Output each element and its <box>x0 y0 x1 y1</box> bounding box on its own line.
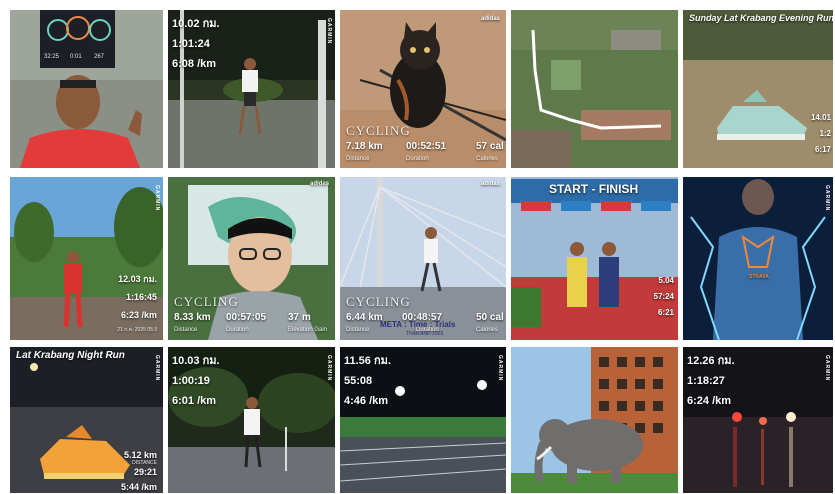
pace: 6:21 <box>657 308 674 317</box>
distance: 12.26 กม. <box>687 355 735 367</box>
adidas-logo: adidas <box>480 16 500 22</box>
tile-glowing-torso[interactable]: GARMIN STRAVA <box>683 177 833 340</box>
tile-selfie-map-board[interactable]: adidas CYCLING 8.33 km 00:57:05 37 m Dis… <box>168 177 335 340</box>
distance: 10.02 กม. <box>172 18 220 30</box>
time: 55:08 <box>344 375 373 387</box>
distance: 11.56 กม. <box>344 355 391 367</box>
garmin-logo: GARMIN <box>154 185 160 212</box>
time: 1:01:24 <box>172 38 210 50</box>
watch-stat-3: 267 <box>94 54 105 60</box>
time: 57:24 <box>653 292 674 301</box>
shoe-road-scene <box>683 10 833 168</box>
garmin-logo: GARMIN <box>497 355 503 382</box>
distance: 10.03 กม. <box>172 355 220 367</box>
activity-mode: CYCLING <box>346 294 411 309</box>
distance: 5.12 km <box>123 450 157 460</box>
event-subtitle: THAILAND 2025 <box>406 331 444 337</box>
tile-cat-cycling[interactable]: adidas CYCLING 7.18 km 00:52:51 57 cal D… <box>340 10 506 168</box>
pace: 6:17 <box>814 145 831 154</box>
glowing-body-art <box>683 177 833 340</box>
watch-stat-1: 32:25 <box>44 54 60 60</box>
adidas-logo: adidas <box>309 181 329 187</box>
rainy-night-scene <box>683 347 833 493</box>
garmin-logo: GARMIN <box>824 355 830 382</box>
elephant-tower-scene <box>511 347 678 493</box>
distance: 5.04 <box>658 276 674 285</box>
elevation-gain: 37 m <box>288 312 311 323</box>
duration-label: Duration <box>226 327 249 333</box>
garmin-logo: GARMIN <box>154 355 160 382</box>
calories: 57 cal <box>476 141 504 152</box>
distance: 14.01 <box>810 113 831 122</box>
tile-night-run-shoe[interactable]: Lat Krabang Night Run GARMIN 5.12 km DIS… <box>10 347 163 493</box>
night-park-scene <box>168 10 335 168</box>
time: 1:00:19 <box>172 375 210 387</box>
garmin-logo: GARMIN <box>326 18 332 45</box>
tile-night-run-park[interactable]: GARMIN 10.02 กม. 1:01:24 6:08 /km <box>168 10 335 168</box>
activity-mode: CYCLING <box>346 123 411 138</box>
pace: 6:23 /km <box>120 310 157 320</box>
pace: 4:46 /km <box>344 395 389 407</box>
tile-rainy-night[interactable]: GARMIN 12.26 กม. 1:18:27 6:24 /km <box>683 347 833 493</box>
time: 1:18:27 <box>687 375 725 387</box>
elevation-label: Elevation Gain <box>288 327 328 333</box>
duration: 00:52:51 <box>406 141 447 152</box>
distance: 8.33 km <box>174 312 211 323</box>
watch-stat-2: 0:01 <box>70 54 82 60</box>
pace: 6:01 /km <box>172 395 217 407</box>
stadium-track-scene <box>340 347 506 493</box>
photo-grid: 32:25 0:01 267 GARMIN 10.02 กม. 1:01:24 … <box>0 0 835 494</box>
tile-stadium-track[interactable]: GARMIN 11.56 กม. 55:08 4:46 /km <box>340 347 506 493</box>
tile-start-finish[interactable]: START - FINISH 5.04 57:24 6:21 <box>511 177 678 340</box>
calories-label: Calories <box>476 327 499 333</box>
tile-shoe-evening-run[interactable]: Sunday Lat Krabang Evening Run 14.01 1:2… <box>683 10 833 168</box>
strava-logo: STRAVA <box>749 274 769 280</box>
event-title: META : Time : Trials <box>380 320 456 329</box>
tile-bridge-run[interactable]: adidas CYCLING 6.44 km 00:48:57 50 cal D… <box>340 177 506 340</box>
night-runner-scene <box>168 347 335 493</box>
tile-runner-park-red[interactable]: GARMIN 12.03 กม. 1:16:45 6:23 /km 21 ก.ค… <box>10 177 163 340</box>
duration: 00:57:05 <box>226 312 267 323</box>
garmin-logo: GARMIN <box>824 185 830 212</box>
distance: 6.44 km <box>346 312 383 323</box>
aerial-route-map <box>511 10 678 168</box>
activity-date: 21 ก.ค. 2025 05:3 <box>117 327 157 333</box>
adidas-logo: adidas <box>480 181 500 187</box>
distance-label: Distance <box>346 327 370 333</box>
distance-label: DISTANCE <box>132 460 157 466</box>
pace: 5:44 /km <box>120 482 157 492</box>
activity-mode: CYCLING <box>174 294 239 309</box>
tile-elephant-tower[interactable] <box>511 347 678 493</box>
duration-label: Duration <box>406 156 429 162</box>
calories-label: Calories <box>476 156 499 162</box>
distance-label: Distance <box>346 156 370 162</box>
distance: 7.18 km <box>346 141 383 152</box>
start-finish-banner: START - FINISH <box>549 182 639 196</box>
finish-line-scene <box>511 177 678 340</box>
distance: 12.03 กม. <box>118 274 157 284</box>
pace: 6:08 /km <box>172 58 217 70</box>
tile-night-run-runner[interactable]: GARMIN 10.03 กม. 1:00:19 6:01 /km <box>168 347 335 493</box>
time: 29:21 <box>133 467 157 477</box>
tile-aerial-map[interactable] <box>511 10 678 168</box>
selfie-scene <box>10 10 163 168</box>
pace: 6:24 /km <box>687 395 732 407</box>
time: 1:16:45 <box>125 292 157 302</box>
run-title: Lat Krabang Night Run <box>16 350 125 361</box>
time: 1:2 <box>819 129 831 138</box>
run-title: Sunday Lat Krabang Evening Run <box>689 13 833 23</box>
tile-selfie-thumbs-up[interactable]: 32:25 0:01 267 <box>10 10 163 168</box>
garmin-logo: GARMIN <box>326 355 332 382</box>
calories: 50 cal <box>476 312 504 323</box>
distance-label: Distance <box>174 327 198 333</box>
